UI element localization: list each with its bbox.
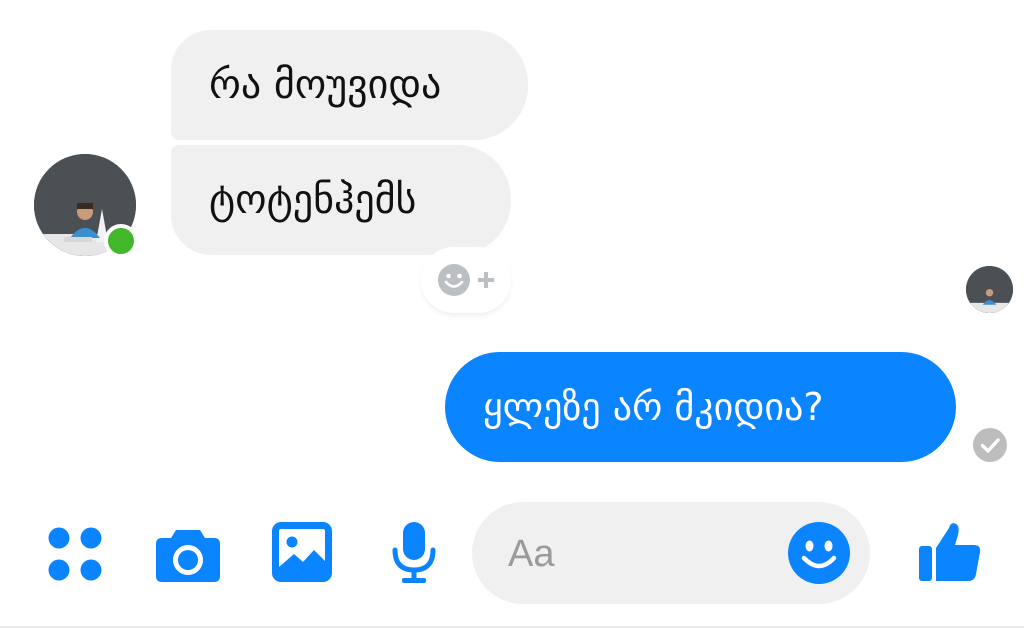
thumbs-up-icon[interactable] bbox=[917, 518, 983, 584]
outgoing-message[interactable]: ყლეზე არ მკიდია? bbox=[445, 352, 956, 462]
microphone-icon[interactable] bbox=[390, 520, 438, 584]
message-composer bbox=[472, 502, 870, 604]
check-circle-icon bbox=[973, 428, 1007, 462]
message-text: რა მოუვიდა bbox=[209, 62, 442, 108]
seen-avatar bbox=[966, 266, 1013, 313]
image-icon[interactable] bbox=[272, 522, 332, 582]
add-reaction-button[interactable] bbox=[421, 247, 511, 313]
avatar-photo bbox=[966, 266, 1013, 313]
add-reaction-icon bbox=[438, 264, 494, 296]
message-input[interactable] bbox=[506, 530, 760, 578]
online-indicator bbox=[104, 224, 138, 258]
incoming-message[interactable]: რა მოუვიდა bbox=[171, 30, 528, 140]
grid-dots-icon[interactable] bbox=[46, 525, 104, 583]
smiley-icon[interactable] bbox=[788, 522, 850, 584]
incoming-message[interactable]: ტოტენჰემს bbox=[171, 145, 511, 255]
message-text: ტოტენჰემს bbox=[209, 177, 417, 223]
camera-icon[interactable] bbox=[154, 524, 222, 584]
message-text: ყლეზე არ მკიდია? bbox=[483, 385, 824, 429]
